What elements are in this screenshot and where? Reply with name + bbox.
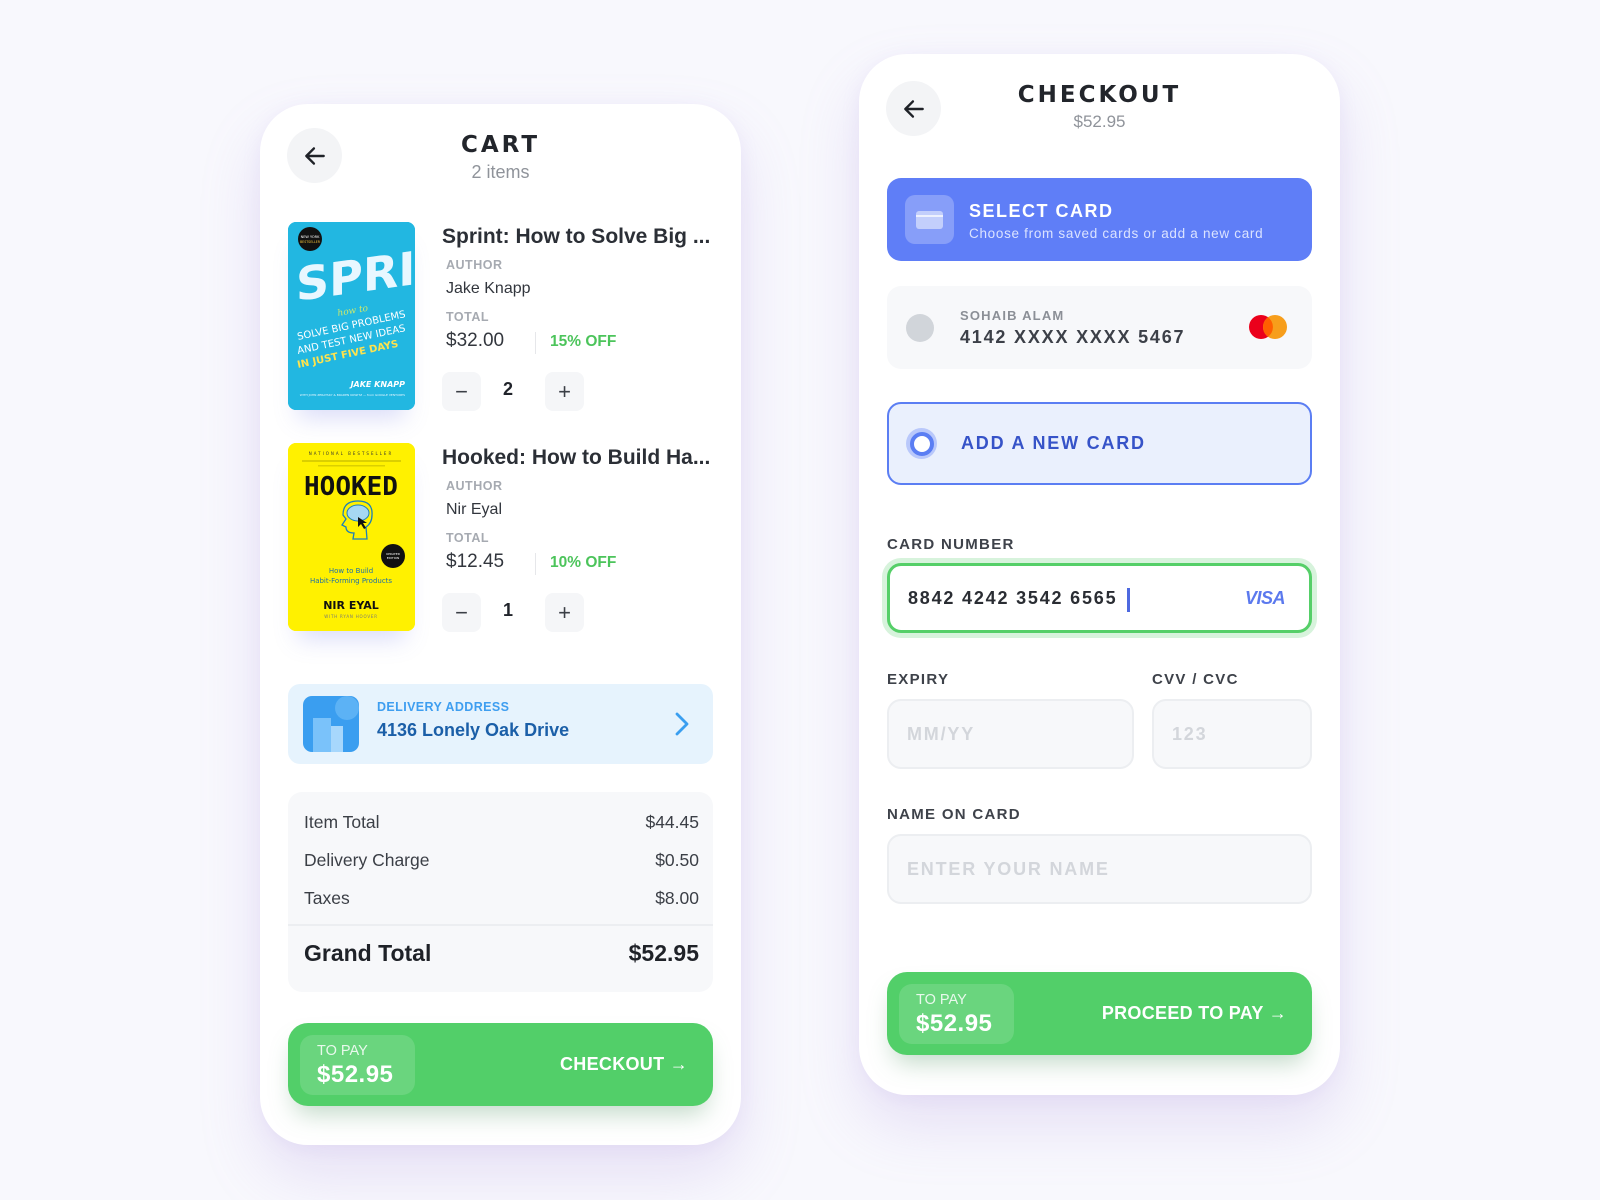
summary-row-grand-total: Grand Total $52.95 — [304, 940, 699, 967]
decrease-quantity-button[interactable]: − — [442, 593, 481, 632]
add-new-card-label: ADD A NEW CARD — [961, 433, 1146, 453]
increase-quantity-button[interactable]: + — [545, 372, 584, 411]
select-card-title: SELECT CARD — [969, 201, 1114, 221]
discount-badge: 10% OFF — [550, 554, 617, 571]
summary-row-delivery: Delivery Charge $0.50 — [304, 850, 699, 871]
name-on-card-label: NAME ON CARD — [887, 806, 1021, 823]
masked-card-number: 4142 XXXX XXXX 5467 — [960, 327, 1186, 347]
svg-text:BESTSELLER: BESTSELLER — [300, 240, 321, 244]
saved-card-option[interactable]: SOHAIB ALAM 4142 XXXX XXXX 5467 — [887, 286, 1312, 369]
card-number-label: CARD NUMBER — [887, 536, 1015, 553]
expiry-input[interactable] — [887, 699, 1134, 769]
cart-screen: CART 2 items NEW YORK BESTSELLER SPRINT … — [260, 104, 741, 1145]
to-pay-label: TO PAY — [317, 1043, 368, 1059]
svg-text:Habit-Forming Products: Habit-Forming Products — [310, 577, 392, 585]
mastercard-icon — [1249, 315, 1287, 339]
minus-icon: − — [455, 378, 468, 404]
delivery-address-label: DELIVERY ADDRESS — [377, 700, 510, 714]
to-pay-chip: TO PAY $52.95 — [899, 984, 1014, 1044]
summary-label: Delivery Charge — [304, 850, 430, 870]
discount-badge: 15% OFF — [550, 333, 617, 350]
proceed-to-pay-label: PROCEED TO PAY → — [1101, 1003, 1287, 1023]
svg-text:WITH JOHN ZERATSKY & BRADEN KO: WITH JOHN ZERATSKY & BRADEN KOWITZ — fro… — [300, 393, 405, 397]
page-title: CART — [460, 132, 541, 158]
checkout-button[interactable]: TO PAY $52.95 CHECKOUT → — [288, 1023, 713, 1106]
svg-text:JAKE KNAPP: JAKE KNAPP — [349, 380, 406, 389]
select-card-subtitle: Choose from saved cards or add a new car… — [969, 226, 1264, 241]
plus-icon: + — [558, 378, 571, 404]
card-holder-name: SOHAIB ALAM — [960, 308, 1065, 323]
author-name: Nir Eyal — [446, 501, 503, 518]
credit-card-icon — [905, 195, 954, 244]
summary-row-item-total: Item Total $44.45 — [304, 812, 699, 833]
author-label: AUTHOR — [446, 479, 503, 493]
add-new-card-option[interactable]: ADD A NEW CARD — [887, 402, 1312, 485]
book-cover-hooked: NATIONAL BESTSELLER HOOKED UPDATED EDITI… — [288, 443, 415, 631]
quantity-value: 1 — [502, 600, 513, 620]
total-label: TOTAL — [446, 310, 490, 324]
svg-text:WITH RYAN HOOVER: WITH RYAN HOOVER — [324, 614, 378, 619]
summary-label: Item Total — [304, 812, 380, 832]
expiry-label: EXPIRY — [887, 671, 950, 688]
proceed-to-pay-button[interactable]: TO PAY $52.95 PROCEED TO PAY → — [887, 972, 1312, 1055]
summary-value: $44.45 — [645, 812, 699, 832]
svg-text:How to Build: How to Build — [329, 567, 373, 575]
divider — [535, 553, 536, 575]
nyt-badge-text: NEW YORK — [301, 235, 321, 239]
hooked-cover-art: NATIONAL BESTSELLER HOOKED UPDATED EDITI… — [288, 443, 415, 631]
decrease-quantity-button[interactable]: − — [442, 372, 481, 411]
cart-item: NATIONAL BESTSELLER HOOKED UPDATED EDITI… — [288, 443, 718, 633]
checkout-screen: CHECKOUT $52.95 SELECT CARD Choose from … — [859, 54, 1340, 1095]
item-title[interactable]: Sprint: How to Solve Big ... — [442, 225, 722, 249]
checkout-amount: $52.95 — [1073, 112, 1126, 131]
order-summary: Item Total $44.45 Delivery Charge $0.50 … — [288, 792, 713, 992]
item-count: 2 items — [471, 162, 530, 182]
increase-quantity-button[interactable]: + — [545, 593, 584, 632]
visa-icon: VISA — [1245, 588, 1286, 608]
radio-unselected[interactable] — [906, 314, 934, 342]
page-title: CHECKOUT — [1017, 82, 1182, 108]
svg-text:NATIONAL BESTSELLER: NATIONAL BESTSELLER — [309, 451, 394, 456]
stage: CART 2 items NEW YORK BESTSELLER SPRINT … — [0, 0, 1600, 1200]
radio-selected[interactable] — [906, 428, 937, 459]
delivery-address-value: 4136 Lonely Oak Drive — [377, 720, 570, 740]
item-price: $12.45 — [446, 551, 505, 572]
select-card-header: SELECT CARD Choose from saved cards or a… — [887, 178, 1312, 261]
svg-text:HOOKED: HOOKED — [304, 472, 398, 502]
checkout-label: CHECKOUT → — [560, 1054, 688, 1074]
to-pay-chip: TO PAY $52.95 — [300, 1035, 415, 1095]
summary-value: $8.00 — [655, 888, 699, 908]
delivery-address-card[interactable]: DELIVERY ADDRESS 4136 Lonely Oak Drive — [288, 684, 713, 764]
book-cover-sprint: NEW YORK BESTSELLER SPRINT how to SOLVE … — [288, 222, 415, 410]
cvv-input[interactable] — [1152, 699, 1312, 769]
item-price: $32.00 — [446, 330, 505, 351]
grand-total-value: $52.95 — [628, 940, 699, 966]
summary-value: $0.50 — [655, 850, 699, 870]
author-label: AUTHOR — [446, 258, 503, 272]
plus-icon: + — [558, 599, 571, 625]
cvv-label: CVV / CVC — [1152, 671, 1239, 688]
to-pay-label: TO PAY — [916, 992, 967, 1008]
to-pay-amount: $52.95 — [317, 1061, 394, 1088]
summary-label: Taxes — [304, 888, 350, 908]
name-on-card-input[interactable] — [887, 834, 1312, 904]
divider — [288, 924, 713, 926]
cart-item: NEW YORK BESTSELLER SPRINT how to SOLVE … — [288, 222, 718, 412]
summary-row-taxes: Taxes $8.00 — [304, 888, 699, 909]
text-cursor — [1127, 588, 1130, 612]
grand-total-label: Grand Total — [304, 940, 432, 966]
sprint-cover-art: NEW YORK BESTSELLER SPRINT how to SOLVE … — [288, 222, 415, 410]
author-name: Jake Knapp — [446, 280, 531, 297]
total-label: TOTAL — [446, 531, 490, 545]
svg-text:EDITION: EDITION — [387, 556, 399, 560]
svg-text:NIR EYAL: NIR EYAL — [323, 599, 379, 612]
to-pay-amount: $52.95 — [916, 1010, 993, 1037]
item-title[interactable]: Hooked: How to Build Ha... — [442, 446, 722, 470]
chevron-right-icon — [675, 712, 689, 736]
quantity-value: 2 — [502, 379, 513, 399]
divider — [535, 332, 536, 354]
building-icon — [303, 696, 359, 752]
minus-icon: − — [455, 599, 468, 625]
